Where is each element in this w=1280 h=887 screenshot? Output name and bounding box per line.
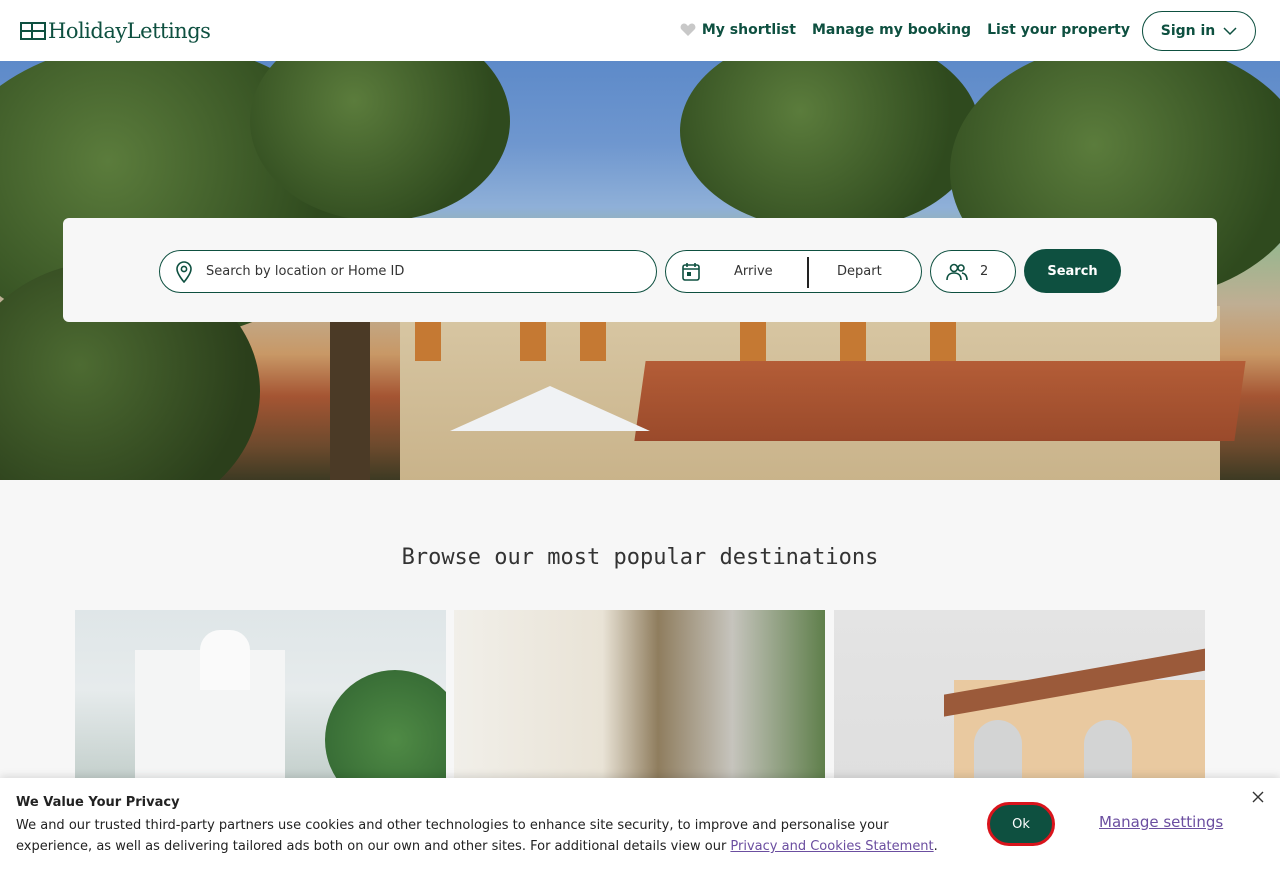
date-divider <box>807 257 809 288</box>
guests-icon <box>946 263 968 280</box>
shortlist-link[interactable]: My shortlist <box>680 22 796 38</box>
cookie-title: We Value Your Privacy <box>16 795 180 810</box>
search-panel: Arrive Depart 2 Search <box>63 218 1217 322</box>
sign-in-label: Sign in <box>1160 23 1216 39</box>
search-button[interactable]: Search <box>1024 249 1121 293</box>
location-search-input[interactable] <box>206 264 626 279</box>
destinations-title: Browse our most popular destinations <box>401 545 879 570</box>
depart-date[interactable]: Depart <box>837 264 882 279</box>
cookie-ok-button[interactable]: Ok <box>987 802 1055 846</box>
location-search-field[interactable] <box>159 250 657 293</box>
shortlist-label: My shortlist <box>701 22 796 38</box>
manage-booking-link[interactable]: Manage my booking <box>812 22 971 38</box>
location-pin-icon <box>176 260 192 283</box>
date-range-field[interactable]: Arrive Depart <box>665 250 922 293</box>
privacy-statement-link[interactable]: Privacy and Cookies Statement <box>730 839 933 854</box>
cookie-banner: We Value Your Privacy We and our trusted… <box>0 778 1280 887</box>
site-header: HolidayLettings My shortlist Manage my b… <box>0 0 1280 61</box>
logo-icon <box>20 22 46 40</box>
cookie-text-end: . <box>933 839 938 854</box>
calendar-icon <box>682 262 700 281</box>
arrive-date[interactable]: Arrive <box>734 264 773 279</box>
close-icon[interactable] <box>1250 790 1266 806</box>
list-property-link[interactable]: List your property <box>987 22 1130 38</box>
sign-in-button[interactable]: Sign in <box>1142 11 1256 51</box>
guests-field[interactable]: 2 <box>930 250 1016 293</box>
heart-icon <box>680 23 696 36</box>
top-nav: My shortlist Manage my booking List your… <box>680 22 1130 38</box>
cookie-text: We and our trusted third-party partners … <box>16 815 956 857</box>
chevron-down-icon <box>1223 26 1237 35</box>
manage-settings-link[interactable]: Manage settings <box>1099 813 1223 831</box>
logo-text: HolidayLettings <box>48 19 211 43</box>
guests-count: 2 <box>980 264 989 279</box>
logo[interactable]: HolidayLettings <box>20 19 211 43</box>
